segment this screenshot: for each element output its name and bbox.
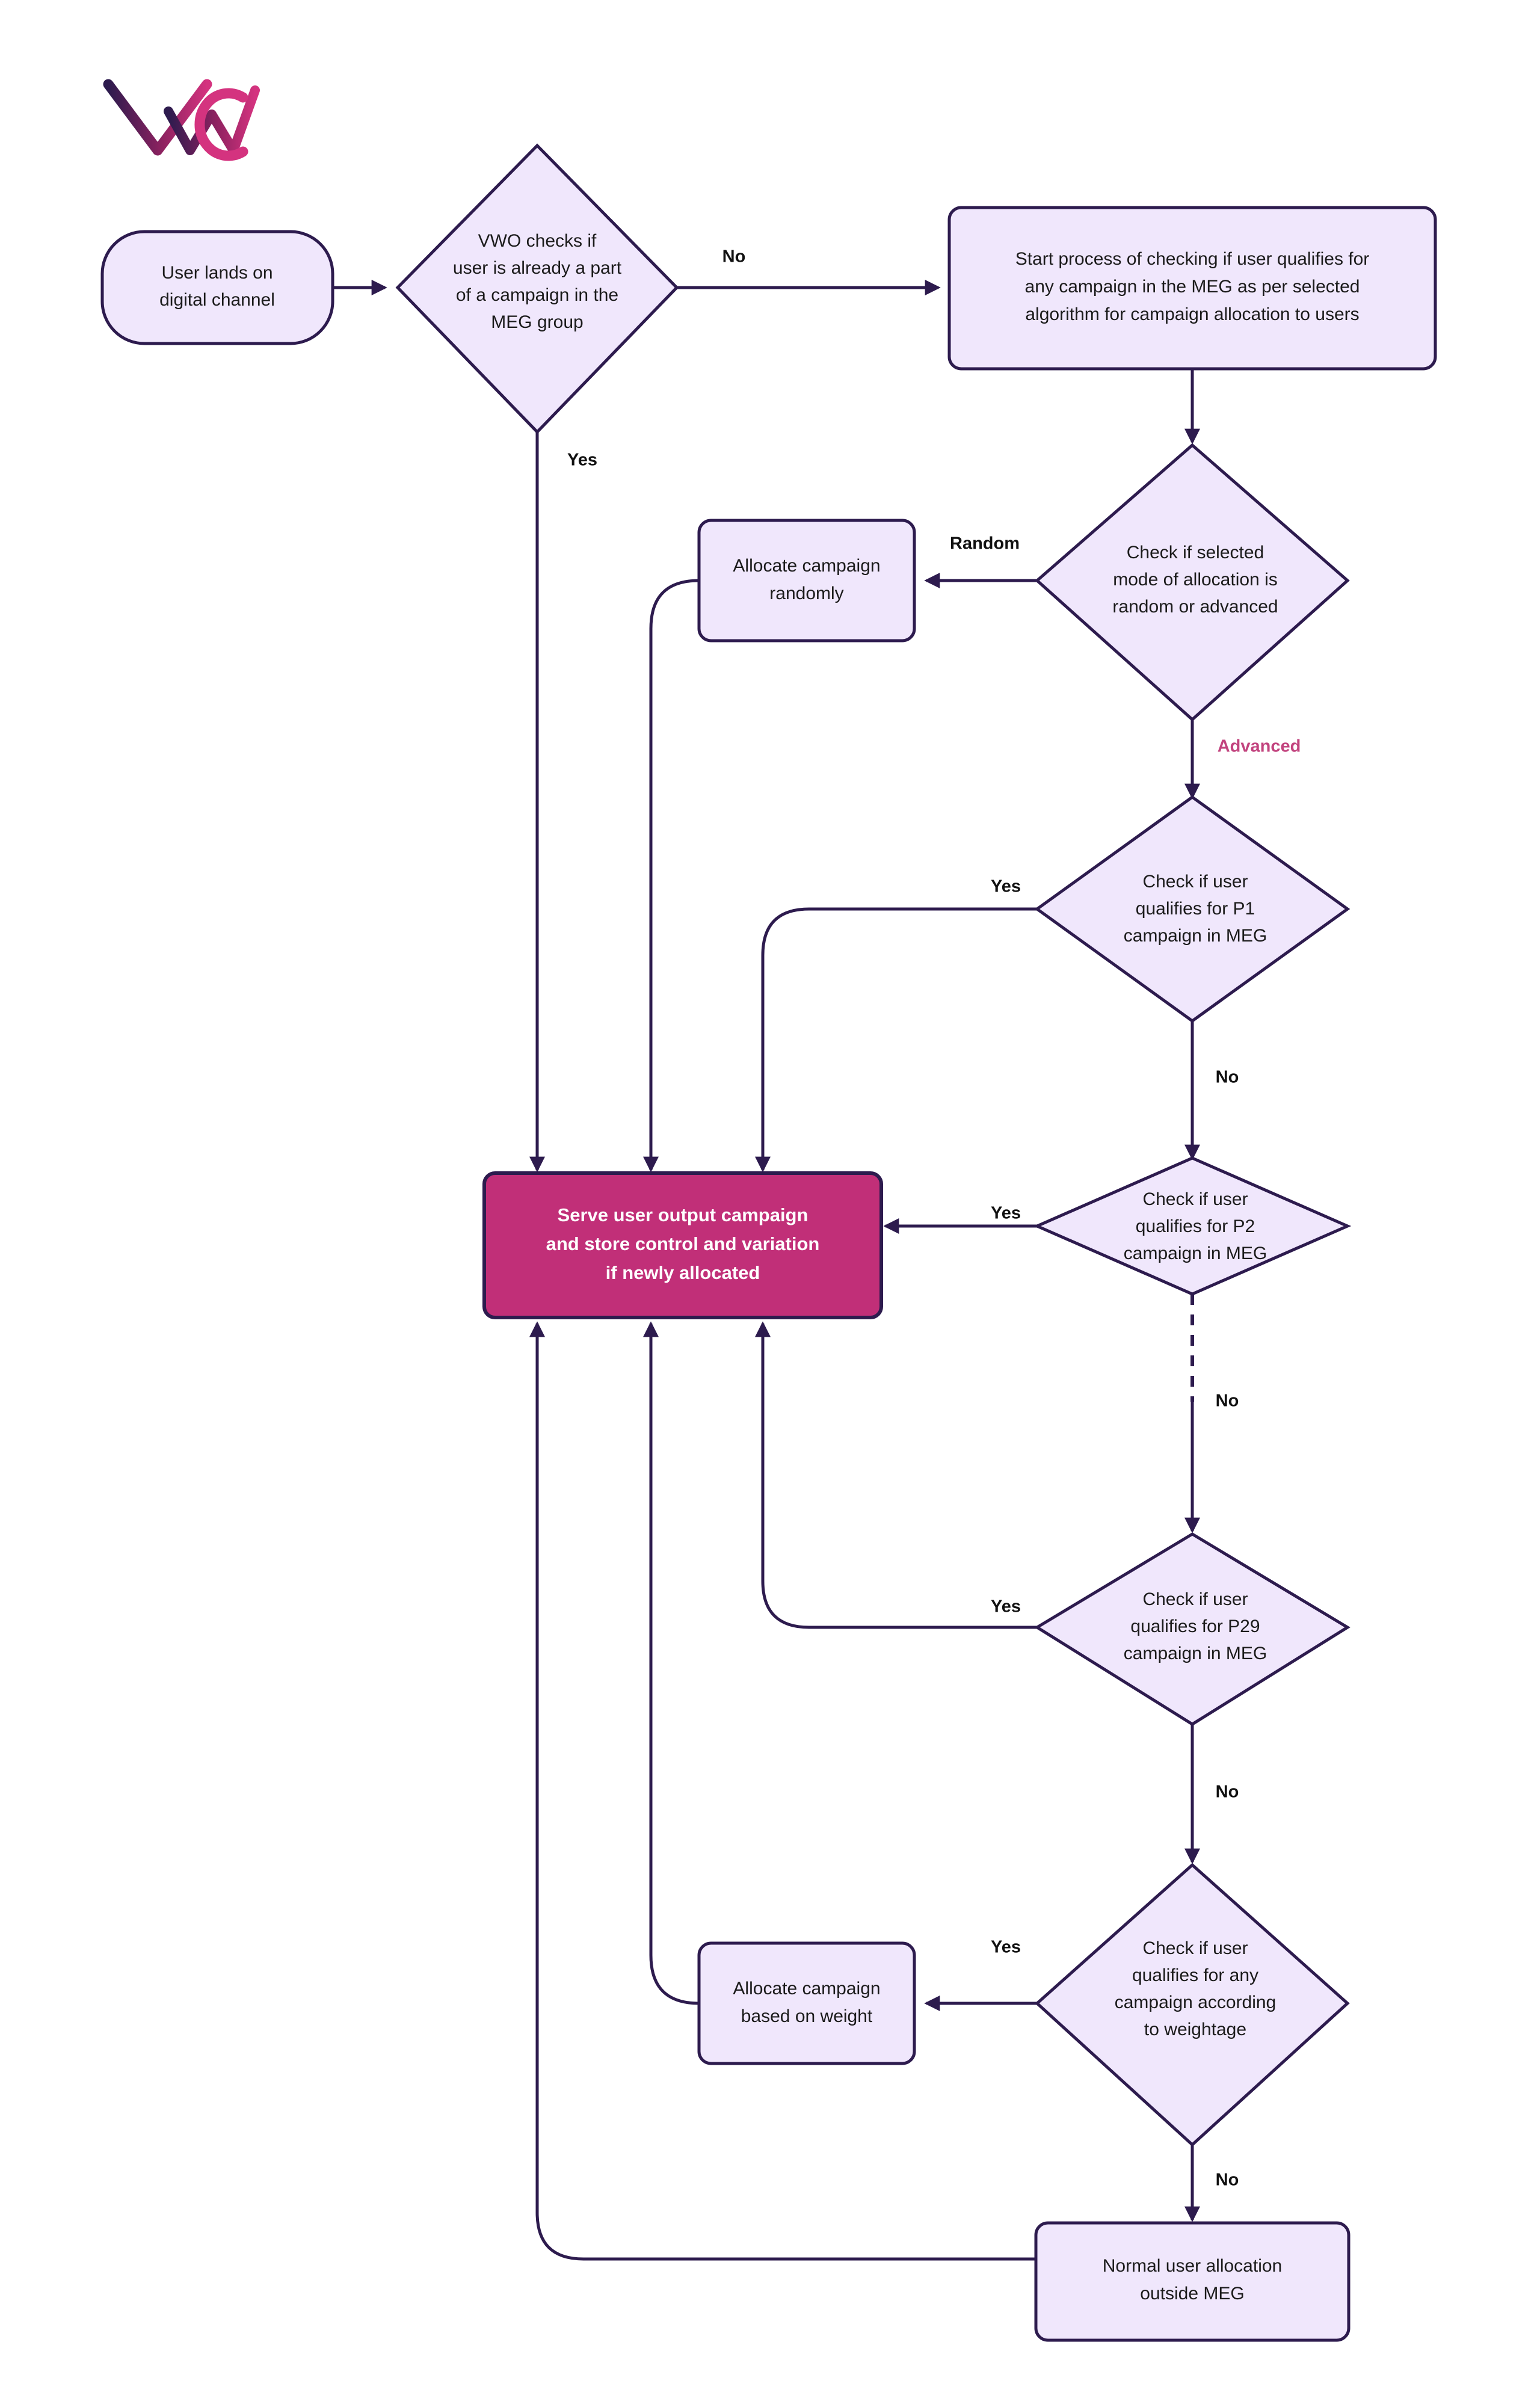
edge-label-weight-yes: Yes [991,1938,1021,1957]
edge-label-p2-yes: Yes [991,1204,1021,1223]
node-serve-output[interactable]: Serve user output campaign and store con… [482,1171,883,1319]
node-check-p2-line-1: qualifies for P2 [1136,1216,1255,1236]
edge-p29-yes [755,1321,1071,1629]
node-check-meg-line-1: user is already a part [453,258,622,278]
node-normal-allocation[interactable]: Normal user allocation outside MEG [1034,2221,1351,2342]
node-allocate-weight[interactable]: Allocate campaign based on weight [697,1941,916,2065]
node-check-mode-line-1: mode of allocation is [1113,570,1278,590]
edge-weight-to-serve [643,1321,700,2005]
edge-label-p2-no: No [1216,1391,1239,1411]
node-check-weightage-line-2: campaign according [1115,1992,1277,2012]
node-start-process-line-0: Start process of checking if user qualif… [1015,249,1370,269]
vwo-logo [103,79,260,161]
node-allocate-random[interactable]: Allocate campaign randomly [697,519,916,643]
node-user-lands-line-1: digital channel [159,290,275,310]
node-user-lands[interactable]: User lands on digital channel [100,230,334,345]
node-serve-output-line-0: Serve user output campaign [558,1204,808,1225]
node-normal-allocation-line-0: Normal user allocation [1103,2256,1282,2276]
edge-p1-yes [755,907,1071,1173]
edge-label-mode-advanced: Advanced [1218,737,1301,756]
edge-normal-to-serve [529,1321,1036,2261]
flowchart-canvas: User lands on digital channel VWO checks… [100,79,1437,2342]
node-start-process-line-1: any campaign in the MEG as per selected [1025,277,1360,297]
node-user-lands-line-0: User lands on [161,263,273,283]
node-serve-output-line-2: if newly allocated [606,1262,760,1283]
node-check-meg-line-0: VWO checks if [478,231,597,251]
edge-label-p29-yes: Yes [991,1597,1021,1616]
node-check-mode-line-0: Check if selected [1127,543,1264,562]
node-check-p29[interactable]: Check if user qualifies for P29 campaign… [1034,1532,1351,1726]
node-allocate-weight-line-0: Allocate campaign [733,1979,880,1999]
node-check-p1-line-2: campaign in MEG [1124,926,1267,946]
edge-label-p1-yes: Yes [991,877,1021,896]
node-check-p2-line-0: Check if user [1142,1189,1248,1209]
edge-label-mode-random: Random [950,534,1020,553]
node-check-p29-line-2: campaign in MEG [1124,1644,1267,1663]
edge-label-p29-no: No [1216,1783,1239,1802]
node-check-meg-membership[interactable]: VWO checks if user is already a part of … [395,143,679,434]
node-check-p29-line-1: qualifies for P29 [1130,1616,1260,1636]
node-check-p2-line-2: campaign in MEG [1124,1244,1267,1263]
node-check-mode-line-2: random or advanced [1112,597,1278,617]
edge-label-weight-no: No [1216,2171,1239,2190]
node-check-p1-line-1: qualifies for P1 [1136,899,1255,919]
node-check-p29-line-0: Check if user [1142,1589,1248,1609]
node-check-p2[interactable]: Check if user qualifies for P2 campaign … [1033,1156,1352,1296]
node-check-allocation-mode[interactable]: Check if selected mode of allocation is … [1035,443,1350,722]
node-check-weightage-line-1: qualifies for any [1132,1965,1258,1985]
node-check-meg-line-2: of a campaign in the [456,285,618,305]
node-check-p1[interactable]: Check if user qualifies for P1 campaign … [1034,795,1351,1023]
node-serve-output-line-1: and store control and variation [546,1233,820,1254]
edge-random-to-serve [643,579,700,1173]
node-check-weightage-line-3: to weightage [1144,2020,1246,2039]
node-normal-allocation-line-1: outside MEG [1140,2284,1244,2304]
edge-label-meg-no: No [722,247,746,267]
node-start-process[interactable]: Start process of checking if user qualif… [947,206,1437,371]
node-check-meg-line-3: MEG group [491,312,583,332]
node-allocate-random-line-1: randomly [769,584,843,603]
edge-label-meg-yes: Yes [567,451,597,470]
node-check-weightage[interactable]: Check if user qualifies for any campaign… [1035,1863,1350,2147]
node-allocate-weight-line-1: based on weight [741,2006,873,2026]
node-start-process-line-2: algorithm for campaign allocation to use… [1025,304,1359,324]
node-check-p1-line-0: Check if user [1142,872,1248,892]
edge-label-p1-no: No [1216,1068,1239,1087]
node-check-weightage-line-0: Check if user [1142,1938,1248,1958]
node-allocate-random-line-0: Allocate campaign [733,556,880,576]
